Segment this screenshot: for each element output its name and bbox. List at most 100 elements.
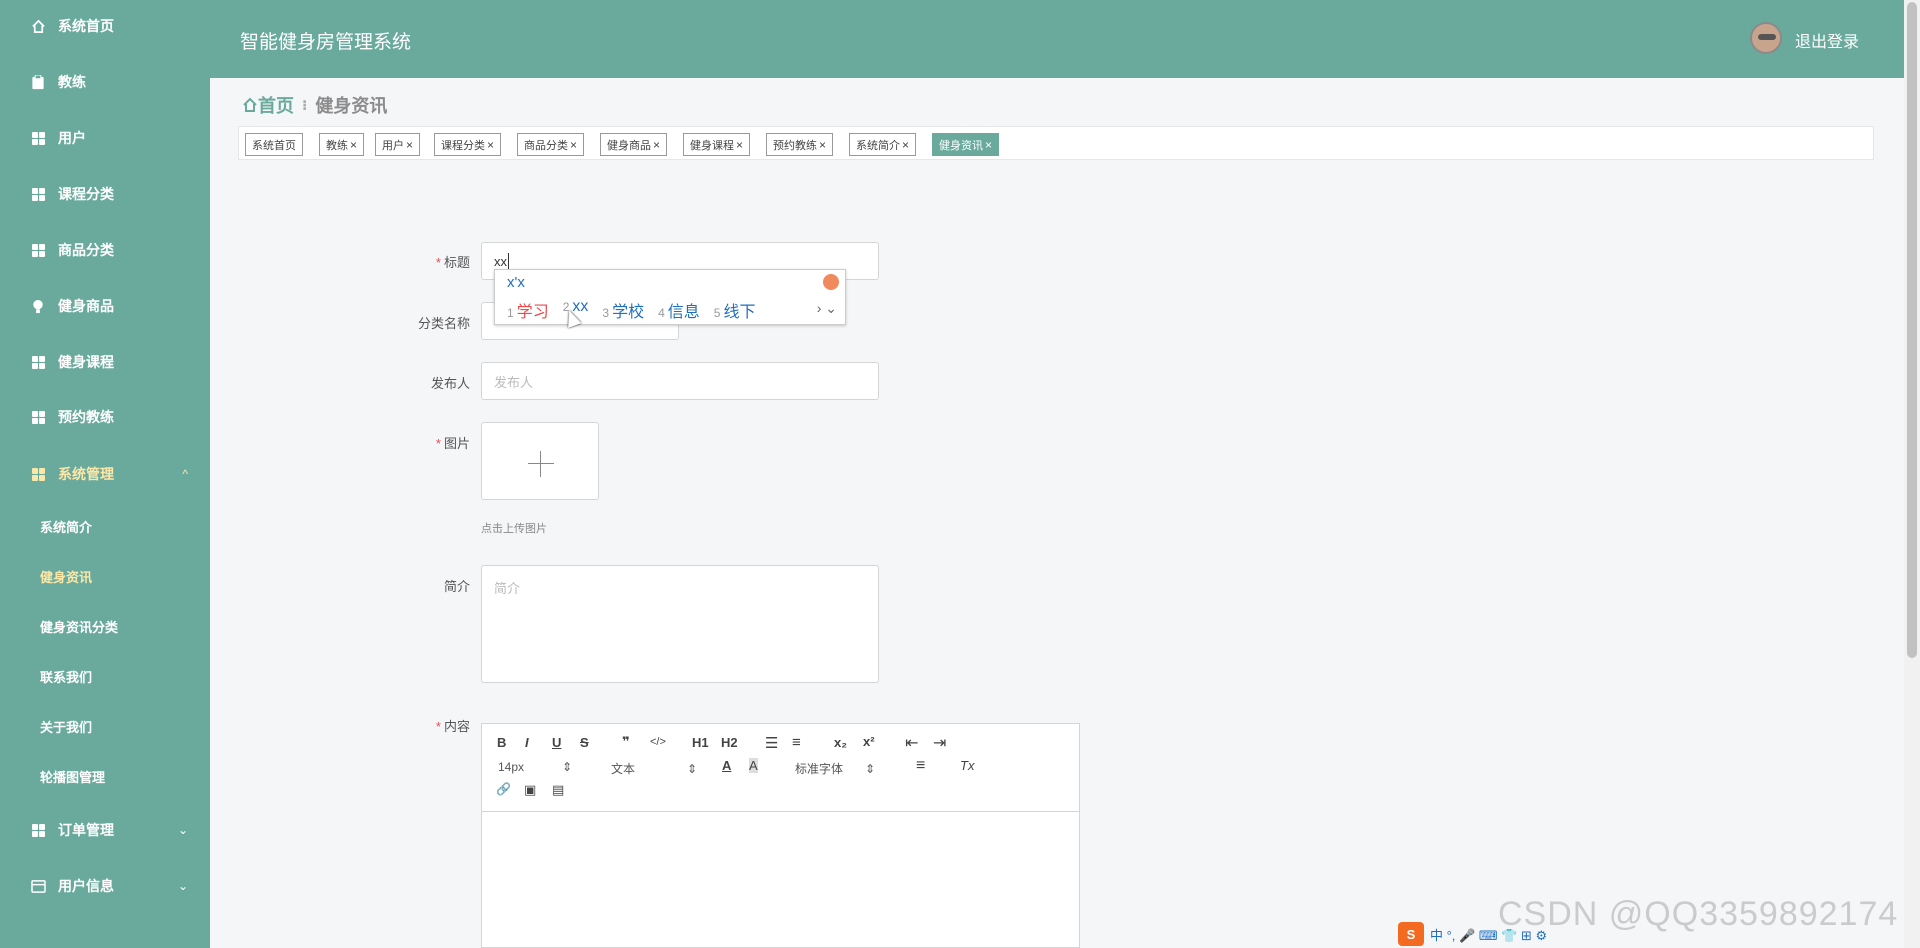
category-label: 分类名称 bbox=[380, 313, 470, 332]
close-icon[interactable]: × bbox=[406, 138, 413, 152]
breadcrumb-home[interactable]: 首页 bbox=[242, 92, 294, 118]
font-family-select[interactable]: 标准字体 ⇕ bbox=[795, 760, 875, 777]
h1-button[interactable]: H1 bbox=[692, 735, 709, 750]
ime-page-nav[interactable]: › ⌄ bbox=[817, 300, 837, 317]
tab-fitness-products[interactable]: 健身商品 × bbox=[600, 133, 668, 156]
logout-button[interactable]: 退出登录 bbox=[1795, 28, 1859, 52]
select-arrow-icon: ⇕ bbox=[562, 760, 573, 774]
sidebar-sub-item-about[interactable]: 关于我们 bbox=[0, 708, 210, 744]
publisher-input[interactable]: 发布人 bbox=[481, 362, 879, 400]
sidebar-item-book-coach[interactable]: 预约教练 bbox=[0, 397, 210, 437]
tab-product-category[interactable]: 商品分类 × bbox=[517, 133, 585, 156]
close-icon[interactable]: × bbox=[819, 138, 826, 152]
scrollbar-thumb[interactable] bbox=[1907, 2, 1917, 658]
font-size-select[interactable]: 14px ⇕ bbox=[498, 760, 572, 774]
italic-button[interactable]: I bbox=[525, 735, 529, 750]
ime-candidate-text: 信息 bbox=[667, 304, 700, 321]
avatar[interactable] bbox=[1750, 22, 1782, 54]
close-icon[interactable]: × bbox=[487, 138, 494, 152]
close-icon[interactable]: × bbox=[902, 138, 909, 152]
sidebar-item-label: 健身课程 bbox=[58, 354, 114, 370]
close-icon[interactable]: × bbox=[985, 138, 992, 152]
video-insert-button[interactable]: ▤ bbox=[552, 782, 564, 798]
tab-fitness-news[interactable]: 健身资讯 × bbox=[932, 133, 1000, 156]
quote-button[interactable]: ❞ bbox=[622, 734, 630, 750]
sidebar-item-fitness-products[interactable]: 健身商品 bbox=[0, 286, 210, 326]
ime-candidate-text: 学习 bbox=[516, 304, 549, 321]
sidebar-sub-item-fitness-news[interactable]: 健身资讯 bbox=[0, 558, 210, 594]
rich-text-editor[interactable]: B I U S ❞ </> H1 H2 ☰ ≡ x₂ x² ⇤ ⇥ 14px ⇕ … bbox=[481, 723, 1080, 948]
bullet-list-button[interactable]: ≡ bbox=[792, 734, 801, 751]
close-icon[interactable]: × bbox=[350, 138, 357, 152]
sidebar-item-user-info[interactable]: 用户信息 ⌄ bbox=[0, 866, 210, 906]
sidebar-sub-item-carousel[interactable]: 轮播图管理 bbox=[0, 758, 210, 794]
tab-label: 系统简介 bbox=[856, 139, 900, 152]
tab-course-category[interactable]: 课程分类 × bbox=[434, 133, 502, 156]
tab-system-home[interactable]: 系统首页 bbox=[245, 133, 303, 156]
sidebar-sub-item-contact[interactable]: 联系我们 bbox=[0, 658, 210, 694]
sidebar-item-label: 商品分类 bbox=[58, 242, 114, 258]
page-scrollbar[interactable] bbox=[1904, 0, 1920, 948]
ime-candidate[interactable]: 4 信息 bbox=[658, 298, 700, 322]
publisher-placeholder: 发布人 bbox=[494, 374, 534, 390]
grid-icon bbox=[30, 130, 46, 146]
sidebar-sub-item-intro[interactable]: 系统简介 bbox=[0, 508, 210, 544]
editor-toolbar: B I U S ❞ </> H1 H2 ☰ ≡ x₂ x² ⇤ ⇥ 14px ⇕ … bbox=[482, 724, 1079, 812]
align-button[interactable]: ≡ bbox=[916, 757, 925, 775]
close-icon[interactable]: × bbox=[736, 138, 743, 152]
sidebar-item-system-management[interactable]: 系统管理 ^ bbox=[0, 454, 210, 494]
h2-button[interactable]: H2 bbox=[721, 735, 738, 750]
publisher-label-text: 发布人 bbox=[430, 376, 470, 391]
subscript-button[interactable]: x₂ bbox=[834, 735, 847, 750]
link-button[interactable]: 🔗 bbox=[496, 782, 511, 796]
close-icon[interactable]: × bbox=[570, 138, 577, 152]
underline-button[interactable]: U bbox=[552, 735, 561, 750]
font-size-value: 14px bbox=[498, 760, 525, 774]
sidebar-item-course-category[interactable]: 课程分类 bbox=[0, 174, 210, 214]
sidebar-item-product-category[interactable]: 商品分类 bbox=[0, 230, 210, 270]
grid-icon bbox=[30, 242, 46, 258]
top-header: 智能健身房管理系统 退出登录 bbox=[210, 0, 1920, 78]
sidebar-sub-item-label: 轮播图管理 bbox=[40, 769, 106, 785]
clear-format-button[interactable]: Tx bbox=[960, 758, 974, 773]
text-caret bbox=[508, 253, 509, 269]
code-block-button[interactable]: </> bbox=[650, 736, 666, 748]
tab-coach[interactable]: 教练 × bbox=[319, 133, 365, 156]
bold-button[interactable]: B bbox=[497, 735, 506, 750]
sidebar-item-fitness-courses[interactable]: 健身课程 bbox=[0, 342, 210, 382]
sidebar-item-coach[interactable]: 教练 bbox=[0, 62, 210, 102]
tab-label: 教练 bbox=[326, 139, 348, 152]
superscript-button[interactable]: x² bbox=[863, 734, 875, 749]
ime-candidate[interactable]: 5 线下 bbox=[714, 298, 756, 322]
intro-textarea[interactable]: 简介 bbox=[481, 565, 879, 683]
sidebar-item-label: 用户信息 bbox=[58, 878, 114, 894]
sidebar-item-users[interactable]: 用户 bbox=[0, 118, 210, 158]
strike-button[interactable]: S bbox=[580, 735, 589, 750]
category-label-text: 分类名称 bbox=[417, 316, 470, 331]
tab-fitness-courses[interactable]: 健身课程 × bbox=[683, 133, 751, 156]
ordered-list-button[interactable]: ☰ bbox=[765, 734, 778, 752]
font-family-value: 标准字体 bbox=[795, 762, 844, 776]
sidebar-sub-item-news-category[interactable]: 健身资讯分类 bbox=[0, 608, 210, 644]
font-color-button[interactable]: A bbox=[722, 758, 731, 773]
sogou-logo-icon[interactable]: S bbox=[1398, 922, 1424, 946]
ime-candidate[interactable]: 3 学校 bbox=[602, 298, 644, 322]
ime-candidate[interactable]: 1 学习 bbox=[507, 298, 549, 322]
outdent-button[interactable]: ⇤ bbox=[905, 733, 918, 753]
sidebar-item-label: 订单管理 bbox=[58, 822, 114, 838]
sidebar-item-orders[interactable]: 订单管理 ⌄ bbox=[0, 810, 210, 850]
indent-button[interactable]: ⇥ bbox=[933, 733, 946, 753]
image-insert-button[interactable]: ▣ bbox=[524, 782, 536, 798]
tab-label: 健身课程 bbox=[690, 139, 734, 152]
tab-book-coach[interactable]: 预约教练 × bbox=[766, 133, 834, 156]
ime-status-icons[interactable]: 中 °, 🎤 ⌨ 👕 ⊞ ⚙ bbox=[1430, 925, 1547, 944]
tab-system-intro[interactable]: 系统简介 × bbox=[849, 133, 917, 156]
text-style-select[interactable]: 文本 ⇕ bbox=[611, 760, 697, 777]
image-upload[interactable] bbox=[481, 422, 599, 500]
intro-label-text: 简介 bbox=[443, 579, 470, 594]
sidebar-item-home[interactable]: 系统首页 bbox=[0, 6, 210, 46]
background-color-button[interactable]: A bbox=[749, 758, 758, 773]
publisher-label: 发布人 bbox=[380, 373, 470, 392]
close-icon[interactable]: × bbox=[653, 138, 660, 152]
tab-users[interactable]: 用户 × bbox=[375, 133, 421, 156]
